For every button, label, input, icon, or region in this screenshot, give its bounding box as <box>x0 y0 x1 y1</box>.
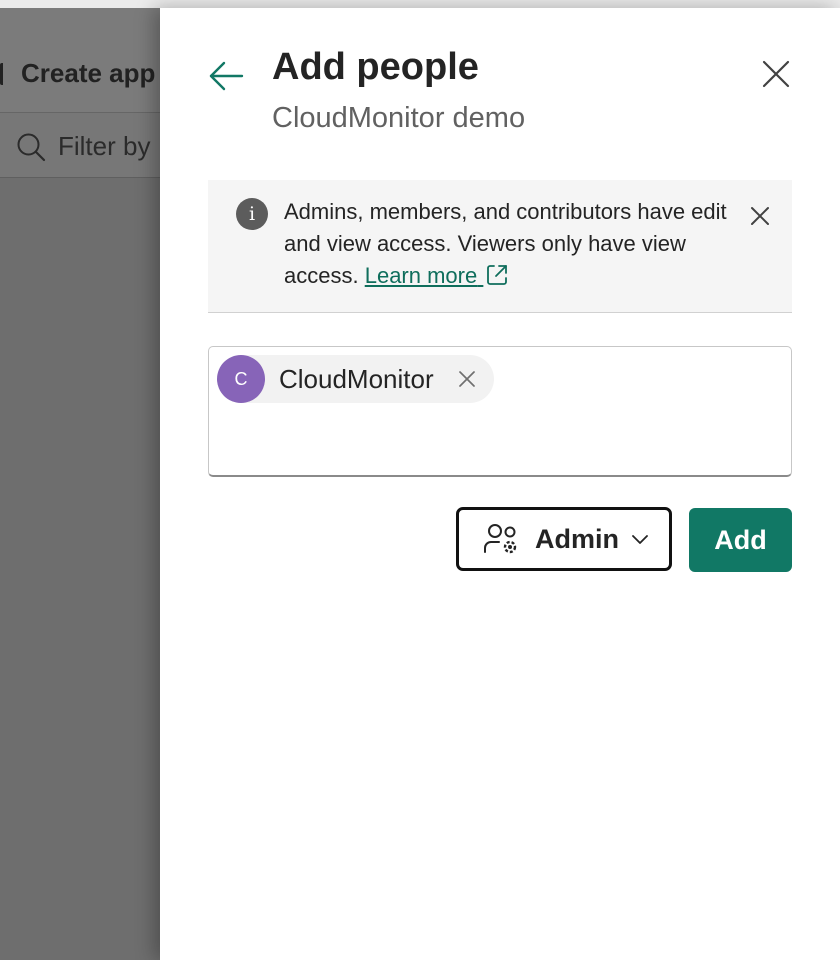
learn-more-link[interactable]: Learn more <box>365 263 510 288</box>
remove-person-button[interactable] <box>456 368 478 390</box>
learn-more-label: Learn more <box>364 263 478 288</box>
person-chip: C CloudMonitor <box>217 355 494 403</box>
close-icon <box>751 207 769 225</box>
back-button[interactable] <box>206 58 246 94</box>
people-settings-icon <box>484 524 517 554</box>
top-strip <box>0 0 840 8</box>
close-icon <box>762 60 790 88</box>
filter-input: Filter by <box>16 131 150 162</box>
add-button[interactable]: Add <box>689 508 792 572</box>
panel-subtitle: CloudMonitor demo <box>272 102 526 134</box>
background-app: Create app Filter by <box>0 8 160 960</box>
chevron-down-icon <box>632 535 648 544</box>
create-app-button: Create app <box>0 58 155 89</box>
arrow-left-icon <box>209 61 244 91</box>
create-app-label: Create app <box>21 58 156 88</box>
close-panel-button[interactable] <box>758 56 794 92</box>
panel-title: Add people <box>272 46 479 88</box>
search-icon <box>17 133 46 161</box>
close-icon <box>458 371 475 387</box>
open-external-icon <box>487 265 508 285</box>
create-app-icon <box>0 62 11 85</box>
avatar: C <box>217 355 265 403</box>
background-filter-bar: Filter by <box>0 112 160 178</box>
people-picker-input[interactable]: C CloudMonitor <box>208 346 792 477</box>
add-people-panel: Add people CloudMonitor demo i Admins, m… <box>160 8 840 960</box>
dismiss-banner-button[interactable] <box>748 204 772 228</box>
filter-placeholder: Filter by <box>58 131 151 161</box>
background-toolbar: Create app <box>0 8 160 112</box>
info-banner-text: Admins, members, and contributors have e… <box>284 196 734 292</box>
person-chip-label: CloudMonitor <box>279 363 434 394</box>
role-selected-label: Admin <box>535 523 619 554</box>
role-dropdown[interactable]: Admin <box>456 507 672 571</box>
info-banner: i Admins, members, and contributors have… <box>208 180 792 313</box>
info-icon: i <box>236 198 268 230</box>
